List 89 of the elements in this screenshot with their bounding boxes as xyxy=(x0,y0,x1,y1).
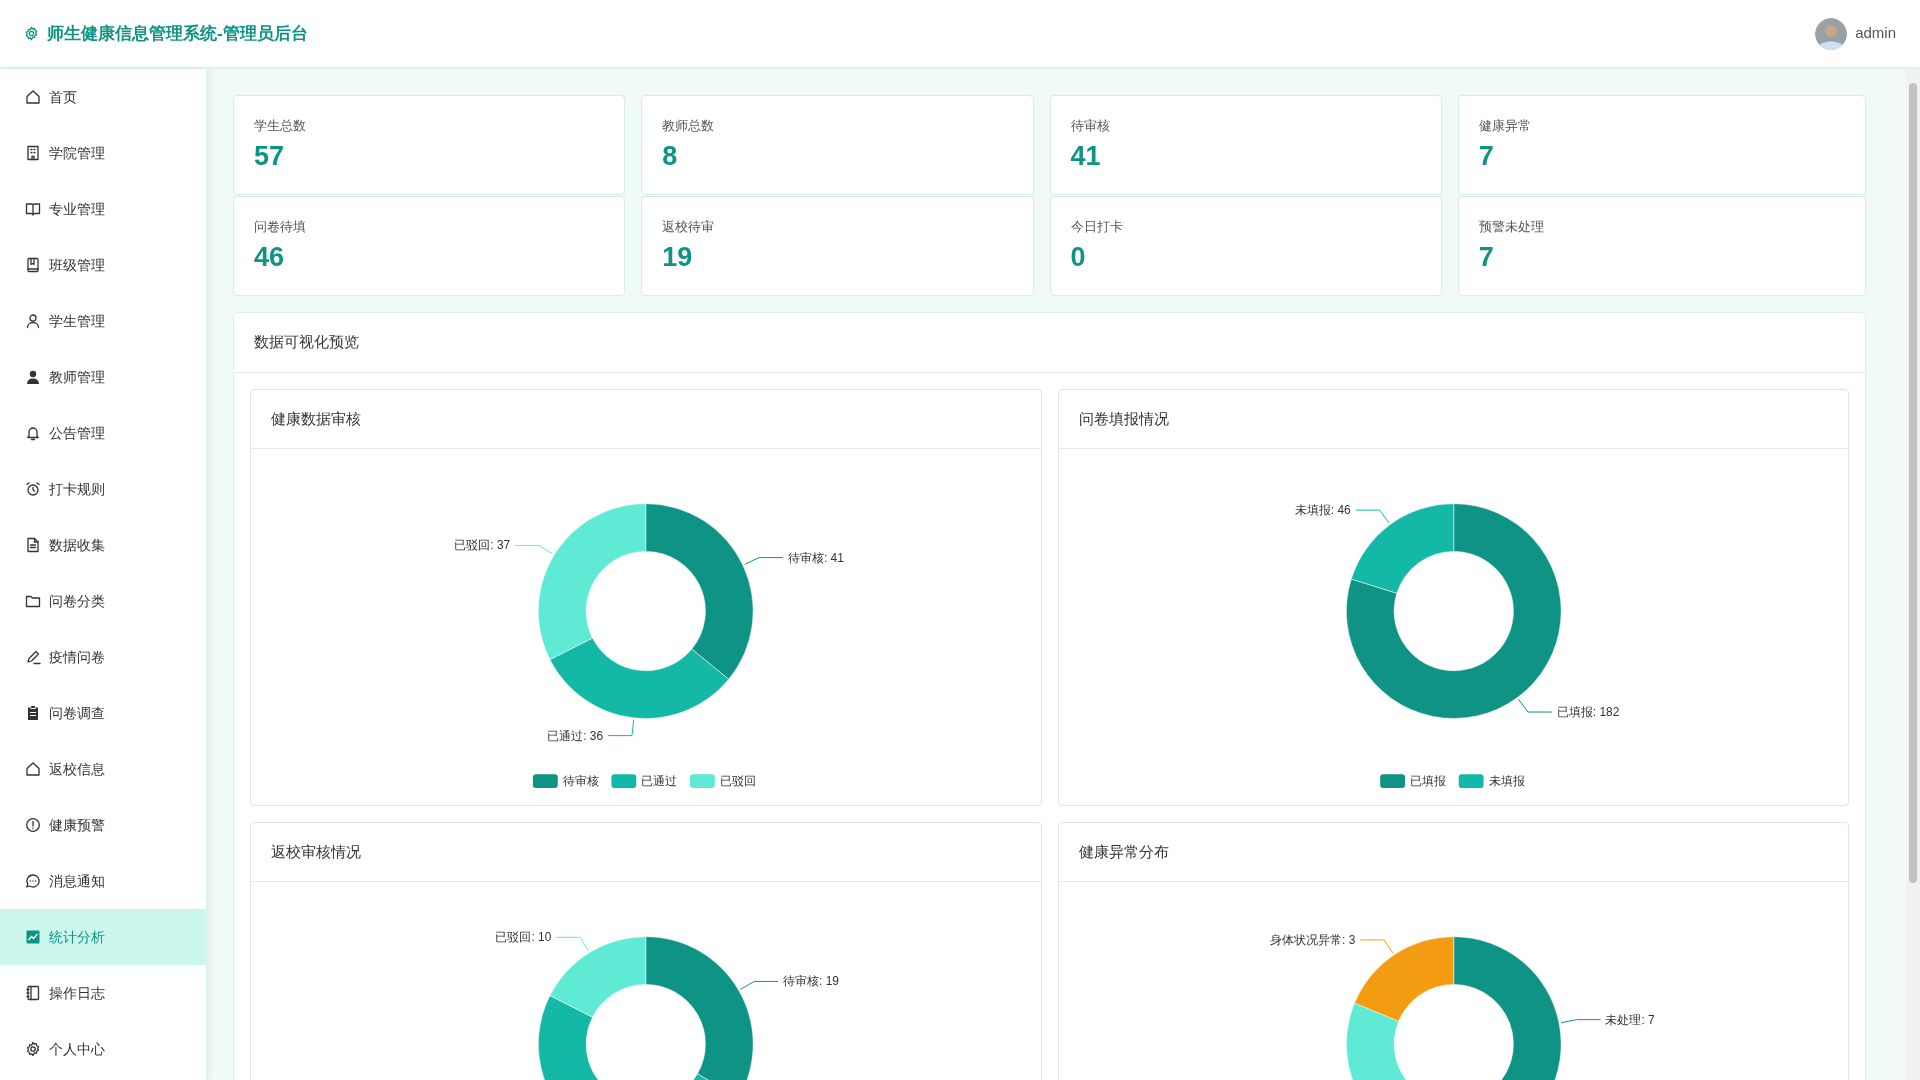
gear-icon xyxy=(25,1041,41,1057)
stat-value: 41 xyxy=(1070,139,1102,172)
chart-title: 问卷填报情况 xyxy=(1058,389,1848,449)
leader-line xyxy=(1517,698,1552,713)
slice-label: 未填报: 46 xyxy=(1294,503,1351,518)
gear-icon xyxy=(24,26,39,41)
sidebar-item[interactable]: 返校信息 xyxy=(0,741,206,797)
chart-title: 健康异常分布 xyxy=(1058,822,1848,883)
alert-icon xyxy=(25,817,41,833)
stat-label: 预警未处理 xyxy=(1478,218,1545,236)
stat-label: 今日打卡 xyxy=(1070,218,1124,236)
sidebar-item[interactable]: 公告管理 xyxy=(0,405,206,461)
legend-item[interactable]: 已通过 xyxy=(611,774,678,789)
chart-title: 返校审核情况 xyxy=(251,822,1041,883)
book-icon xyxy=(25,201,41,217)
chat-icon xyxy=(25,873,41,889)
pencil-icon xyxy=(25,649,41,665)
user-icon xyxy=(25,313,41,329)
legend-item[interactable]: 未填报 xyxy=(1458,774,1525,789)
document-icon xyxy=(25,537,41,553)
sidebar-item[interactable]: 学生管理 xyxy=(0,293,206,349)
sidebar-item[interactable]: 健康预警 xyxy=(0,797,206,853)
leader-line xyxy=(739,981,779,991)
home-icon xyxy=(25,761,41,777)
home-icon xyxy=(25,89,41,105)
username[interactable]: admin xyxy=(1855,22,1896,45)
leader-line xyxy=(555,937,589,952)
sidebar-item[interactable]: 教师管理 xyxy=(0,349,206,405)
sidebar-item[interactable]: 班级管理 xyxy=(0,237,206,293)
sidebar-item[interactable]: 个人中心 xyxy=(0,1021,206,1077)
slice-label: 已填报: 182 xyxy=(1556,705,1619,719)
avatar[interactable] xyxy=(1815,17,1848,50)
slice-label: 已驳回: 37 xyxy=(454,538,511,553)
alarm-clock-icon xyxy=(25,481,41,497)
sidebar-item[interactable]: 专业管理 xyxy=(0,181,206,237)
slice-label: 身体状况异常: 3 xyxy=(1269,933,1355,948)
stat-label: 返校待审 xyxy=(662,218,716,236)
sidebar-item[interactable]: 数据收集 xyxy=(0,517,206,573)
leader-line xyxy=(1359,939,1393,955)
bell-icon xyxy=(25,425,41,441)
sidebar-item[interactable]: 消息通知 xyxy=(0,853,206,909)
sidebar-item[interactable]: 学院管理 xyxy=(0,125,206,181)
leader-line xyxy=(1560,1019,1601,1024)
slice-label: 未处理: 7 xyxy=(1604,1013,1655,1028)
sidebar-item[interactable]: 疫情问卷 xyxy=(0,629,206,685)
slice-label: 已驳回: 10 xyxy=(495,930,552,945)
leader-line xyxy=(607,719,635,737)
slice-label: 待审核: 41 xyxy=(787,550,844,565)
sidebar-item[interactable]: 问卷分类 xyxy=(0,573,206,629)
stat-value: 7 xyxy=(1478,139,1495,172)
legend-label: 已通过 xyxy=(641,774,678,789)
legend-item[interactable]: 已填报 xyxy=(1379,774,1446,789)
leader-line xyxy=(744,557,784,565)
chart-title: 健康数据审核 xyxy=(251,389,1041,449)
legend-label: 未填报 xyxy=(1488,774,1525,789)
building-icon xyxy=(25,145,41,161)
legend-item[interactable]: 已驳回 xyxy=(690,774,756,789)
leader-line xyxy=(514,544,554,555)
stat-value: 8 xyxy=(662,139,679,172)
app-title: 师生健康信息管理系统-管理员后台 xyxy=(47,22,308,45)
sidebar-item[interactable]: 操作日志 xyxy=(0,965,206,1021)
stat-value: 0 xyxy=(1070,240,1087,273)
slice-label: 待审核: 19 xyxy=(783,974,839,989)
leader-line xyxy=(1354,509,1389,524)
clipboard-icon xyxy=(25,705,41,721)
scrollbar[interactable] xyxy=(1906,69,1920,1080)
stat-label: 健康异常 xyxy=(1478,117,1532,135)
stat-label: 待审核 xyxy=(1070,117,1111,135)
slice-label: 已通过: 36 xyxy=(547,728,604,743)
notebook-icon xyxy=(25,985,41,1001)
stat-value: 19 xyxy=(662,240,694,273)
notebook-icon xyxy=(25,257,41,273)
sidebar-item[interactable]: 打卡规则 xyxy=(0,461,206,517)
legend-label: 已填报 xyxy=(1409,774,1446,789)
legend-label: 待审核 xyxy=(562,774,599,789)
stat-value: 7 xyxy=(1478,240,1495,273)
sidebar-item[interactable]: 问卷调查 xyxy=(0,685,206,741)
stat-value: 46 xyxy=(254,240,286,273)
user-icon xyxy=(25,369,41,385)
stat-value: 57 xyxy=(254,139,286,172)
panel-title: 数据可视化预览 xyxy=(234,313,1865,373)
legend-label: 已驳回 xyxy=(719,774,756,789)
legend-item[interactable]: 待审核 xyxy=(532,774,599,789)
sidebar-item[interactable]: 首页 xyxy=(0,69,206,125)
stat-label: 问卷待填 xyxy=(254,218,307,236)
chart-icon xyxy=(25,929,41,945)
stat-label: 学生总数 xyxy=(254,117,307,135)
stat-label: 教师总数 xyxy=(662,117,716,135)
folder-icon xyxy=(25,593,41,609)
